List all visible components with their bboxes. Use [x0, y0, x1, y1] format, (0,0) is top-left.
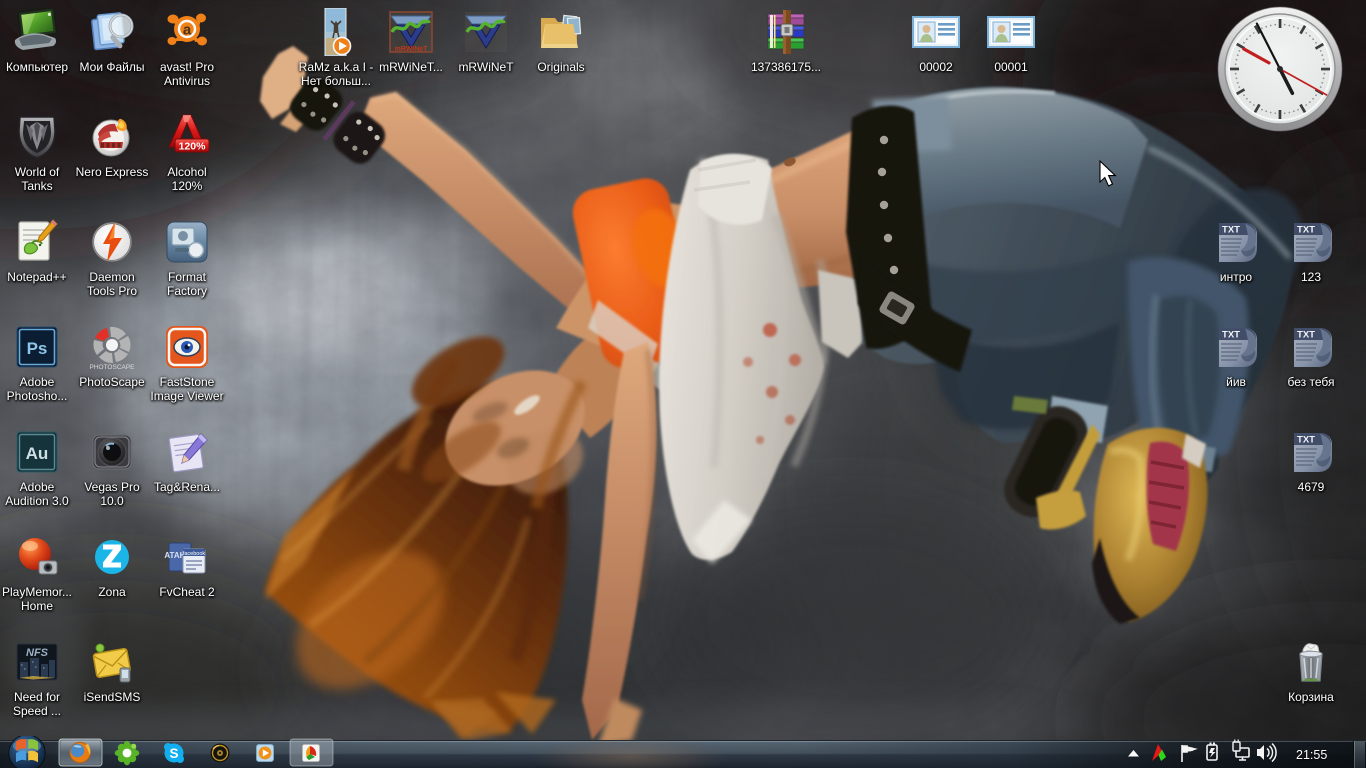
svg-text:NFS: NFS [26, 647, 49, 659]
svg-text:TXT: TXT [1297, 435, 1315, 446]
svg-text:TXT: TXT [1297, 225, 1315, 236]
svg-text:PHOTOSCAPE: PHOTOSCAPE [89, 364, 135, 371]
svg-text:a: a [183, 22, 192, 39]
svg-text:120%: 120% [179, 141, 207, 153]
svg-text:facebook: facebook [183, 551, 206, 557]
svg-text:TXT: TXT [1222, 225, 1240, 236]
svg-text:S: S [169, 746, 178, 761]
svg-text:TXT: TXT [1297, 330, 1315, 341]
svg-text:Au: Au [26, 444, 49, 463]
svg-text:Ps: Ps [27, 339, 48, 358]
svg-text:mRWiNeT: mRWiNeT [395, 46, 429, 53]
svg-text:TXT: TXT [1222, 330, 1240, 341]
